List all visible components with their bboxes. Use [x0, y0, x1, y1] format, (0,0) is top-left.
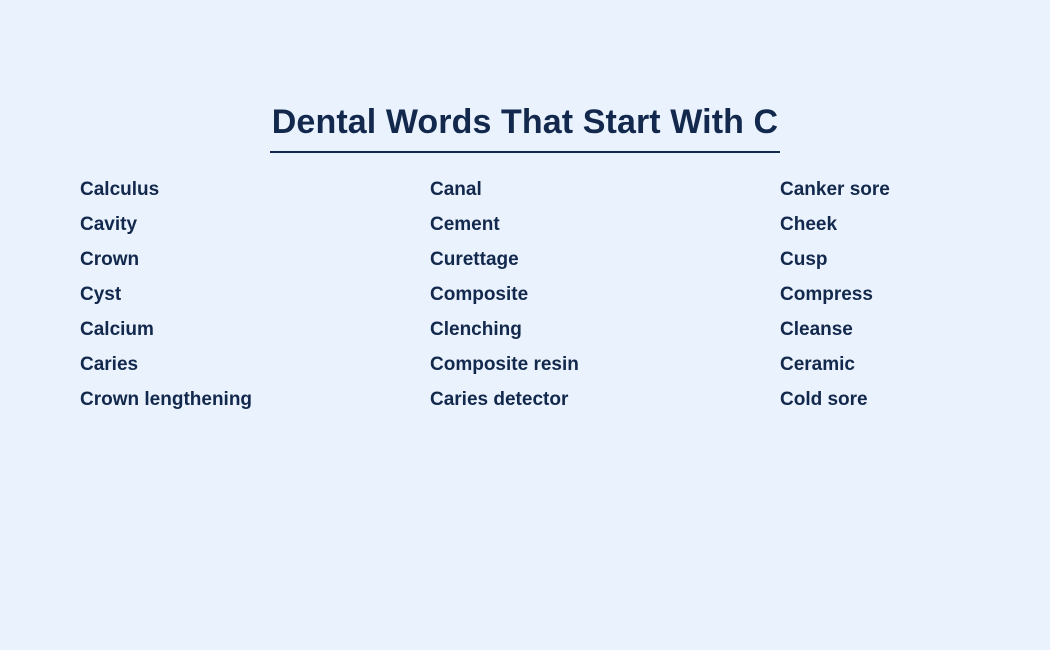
word-item: Cavity	[80, 214, 138, 235]
page-title: Dental Words That Start With C	[269, 103, 781, 154]
word-item: Composite	[430, 284, 529, 305]
word-item: Calcium	[80, 319, 154, 340]
word-item: Cusp	[780, 249, 828, 270]
word-item: Ceramic	[780, 354, 855, 375]
word-item: Caries	[80, 354, 139, 375]
word-item: Canker sore	[780, 179, 890, 200]
word-item: Cheek	[780, 214, 838, 235]
word-item: Crown	[80, 249, 140, 270]
word-column-1: Calculus Cavity Crown Cyst Calcium Carie…	[80, 172, 430, 417]
title-block: Dental Words That Start With C	[0, 80, 1050, 176]
word-list-columns: Calculus Cavity Crown Cyst Calcium Carie…	[80, 172, 970, 417]
word-item: Canal	[430, 179, 482, 200]
word-item: Caries detector	[430, 389, 569, 410]
word-column-3: Canker sore Cheek Cusp Compress Cleanse …	[780, 172, 970, 417]
word-item: Composite resin	[430, 354, 579, 375]
word-item: Compress	[780, 284, 873, 305]
word-item: Crown lengthening	[80, 389, 253, 410]
word-item: Cement	[430, 214, 500, 235]
word-item: Cyst	[80, 284, 122, 305]
word-item: Cleanse	[780, 319, 853, 340]
page-root: Dental Words That Start With C Calculus …	[0, 0, 1050, 650]
word-item: Calculus	[80, 179, 160, 200]
word-item: Curettage	[430, 249, 519, 270]
word-column-2: Canal Cement Curettage Composite Clenchi…	[430, 172, 780, 417]
word-item: Clenching	[430, 319, 522, 340]
word-item: Cold sore	[780, 389, 868, 410]
